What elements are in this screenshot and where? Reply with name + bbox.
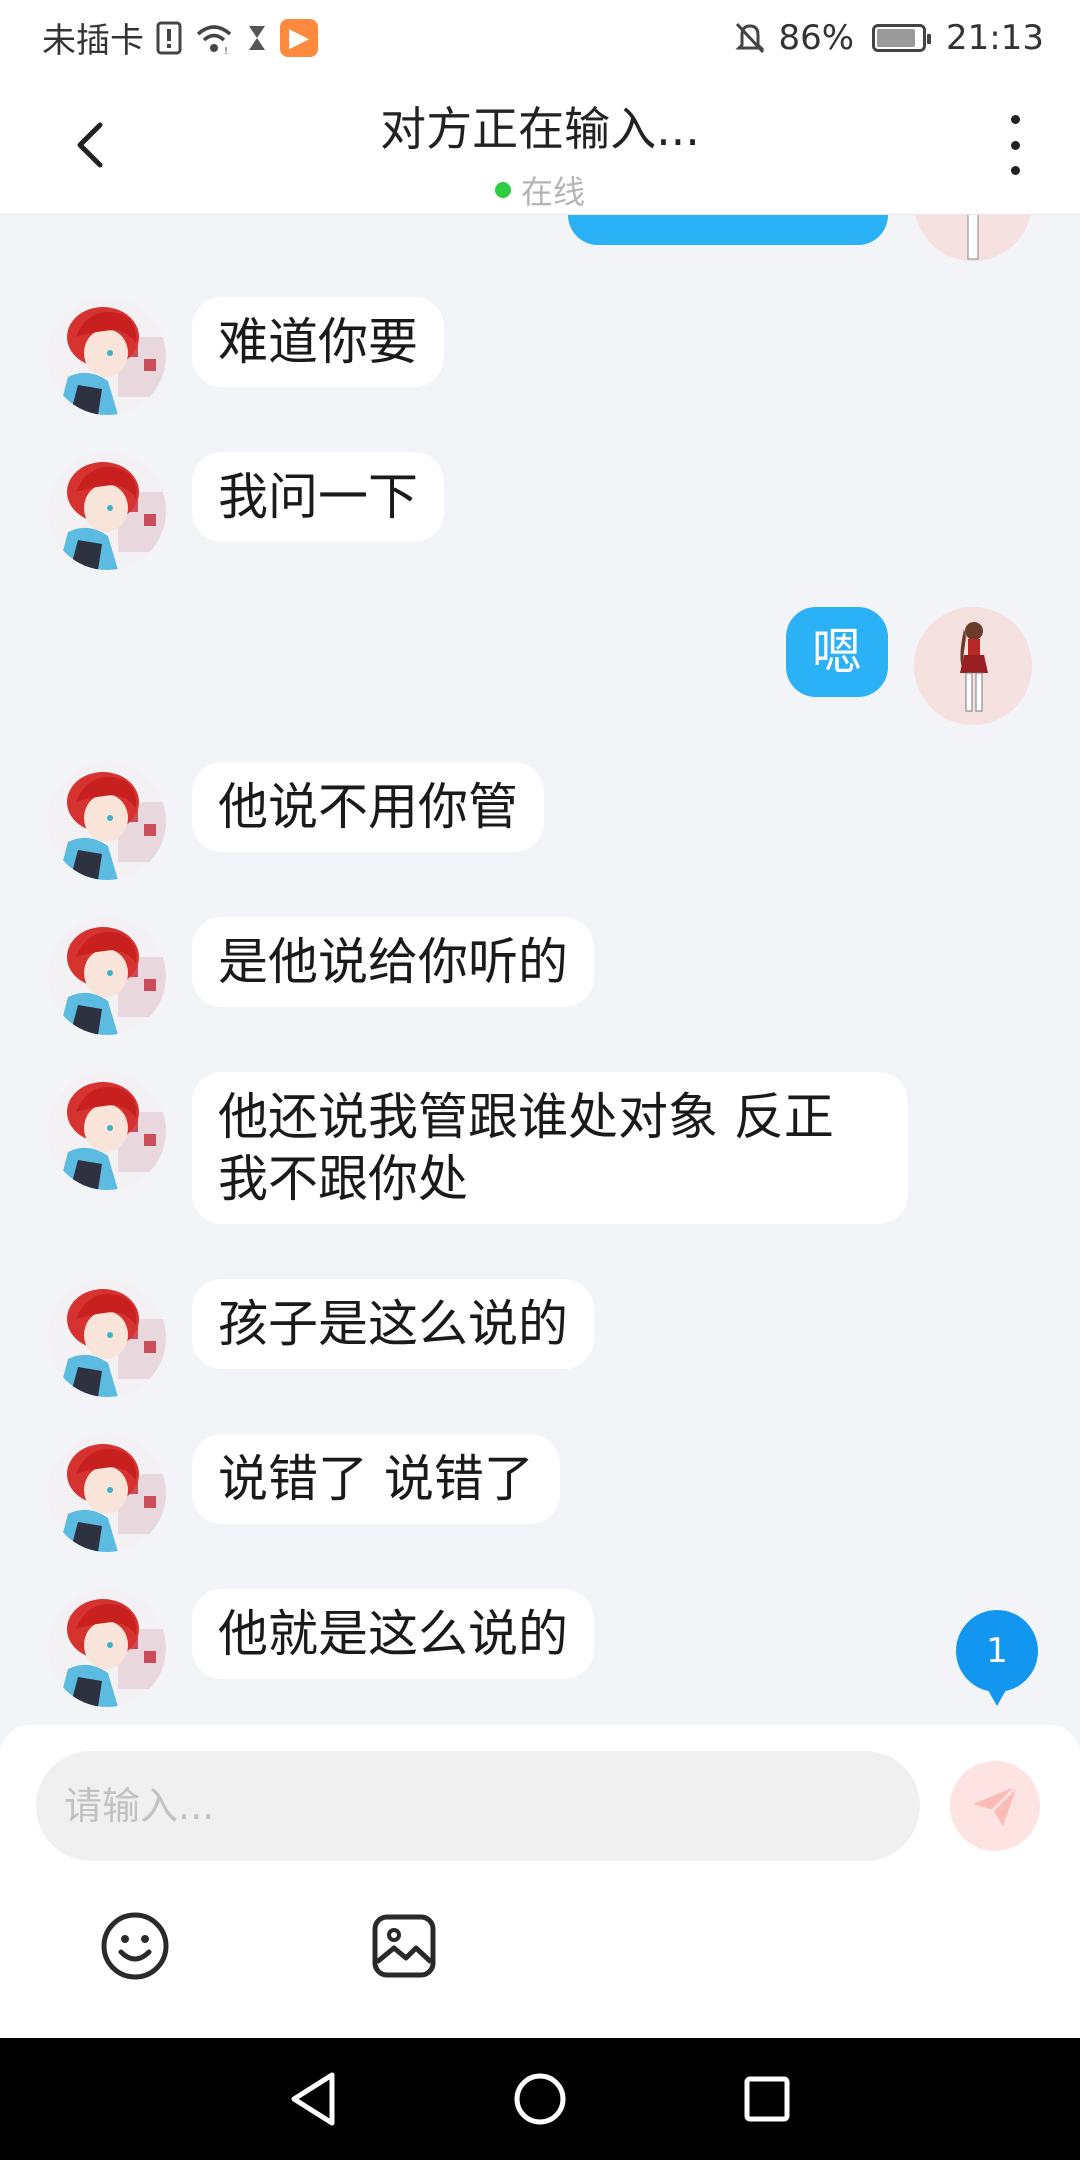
online-status-label: 在线 xyxy=(520,173,585,211)
unread-count-badge[interactable]: 1 xyxy=(956,1610,1038,1706)
peer-avatar[interactable] xyxy=(48,1434,166,1552)
red-hair-boy-avatar-icon xyxy=(48,297,166,415)
clock: 21:13 xyxy=(946,17,1044,58)
message-bubble[interactable]: 是他说给你听的 xyxy=(192,917,594,1007)
emoji-button[interactable] xyxy=(99,1910,171,1982)
more-options-button[interactable] xyxy=(1000,115,1030,175)
message-bubble[interactable]: 他就是这么说的 xyxy=(192,1589,594,1679)
my-avatar[interactable] xyxy=(914,607,1032,725)
system-nav-bar xyxy=(0,2038,1080,2160)
peer-avatar[interactable] xyxy=(48,1589,166,1707)
peer-message-row: 他说不用你管 xyxy=(0,762,1080,880)
send-button[interactable] xyxy=(950,1761,1040,1851)
peer-avatar[interactable] xyxy=(48,1279,166,1397)
my-avatar[interactable] xyxy=(914,215,1032,261)
peer-message-row: 难道你要 xyxy=(0,297,1080,415)
battery-percent: 86% xyxy=(778,17,855,58)
wifi-icon: ! xyxy=(194,22,234,54)
page-title: 对方正在输入... xyxy=(380,102,700,156)
nav-home-button[interactable] xyxy=(510,2069,570,2129)
red-hair-boy-avatar-icon xyxy=(48,452,166,570)
status-bar: 未插卡 ! ▶ 86% 21:13 xyxy=(0,0,1080,75)
svg-text:!: ! xyxy=(224,46,228,54)
send-plane-icon xyxy=(973,1784,1019,1826)
carrier-label: 未插卡 xyxy=(42,21,144,61)
more-dot-icon xyxy=(1010,115,1020,124)
message-bubble[interactable]: 难道你要 xyxy=(192,297,444,387)
peer-avatar[interactable] xyxy=(48,452,166,570)
red-hair-boy-avatar-icon xyxy=(48,762,166,880)
peer-message-row: 他就是这么说的 xyxy=(0,1589,1080,1707)
red-hair-boy-avatar-icon xyxy=(48,1434,166,1552)
nav-back-button[interactable] xyxy=(283,2069,343,2129)
my-message-row: 嗯 xyxy=(0,607,1080,725)
hourglass-icon xyxy=(246,23,268,53)
peer-message-row: 是他说给你听的 xyxy=(0,917,1080,1035)
peer-avatar[interactable] xyxy=(48,917,166,1035)
peer-message-row: 说错了 说错了 xyxy=(0,1434,1080,1552)
girl-avatar-icon xyxy=(914,215,1032,261)
circle-home-icon xyxy=(514,2073,566,2125)
image-icon xyxy=(372,1914,436,1978)
red-hair-boy-avatar-icon xyxy=(48,1279,166,1397)
smiley-icon xyxy=(101,1912,169,1980)
nav-recents-button[interactable] xyxy=(737,2069,797,2129)
message-bubble[interactable]: 说错了 说错了 xyxy=(192,1434,560,1524)
sim-alert-icon xyxy=(156,21,182,55)
app-notification-icon: ▶ xyxy=(280,18,318,57)
square-recents-icon xyxy=(744,2076,790,2122)
message-bubble[interactable]: 嗯 xyxy=(786,607,888,697)
online-status: 在线 xyxy=(494,167,585,213)
mute-bell-icon xyxy=(734,21,766,55)
peer-avatar[interactable] xyxy=(48,297,166,415)
red-hair-boy-avatar-icon xyxy=(48,1589,166,1707)
message-bubble[interactable]: 他说不用你管 xyxy=(192,762,544,852)
red-hair-boy-avatar-icon xyxy=(48,917,166,1035)
previous-message-bubble xyxy=(568,215,888,245)
peer-avatar[interactable] xyxy=(48,762,166,880)
chat-header: 对方正在输入... 在线 xyxy=(0,75,1080,215)
image-button[interactable] xyxy=(368,1910,440,1982)
more-dot-icon xyxy=(1010,140,1020,150)
girl-avatar-icon xyxy=(914,607,1032,725)
more-dot-icon xyxy=(1010,166,1020,175)
peer-avatar[interactable] xyxy=(48,1072,166,1190)
message-list[interactable]: 难道你要我问一下嗯他说不用你管 是他说给你听的他还说我管跟谁处对象 反正我不跟你处… xyxy=(0,215,1080,1725)
peer-message-row: 他还说我管跟谁处对象 反正我不跟你处 xyxy=(0,1072,1080,1240)
message-bubble[interactable]: 他还说我管跟谁处对象 反正我不跟你处 xyxy=(192,1072,908,1224)
triangle-back-icon xyxy=(291,2072,335,2126)
peer-message-row: 我问一下 xyxy=(0,452,1080,570)
peer-message-row: 孩子是这么说的 xyxy=(0,1279,1080,1397)
red-hair-boy-avatar-icon xyxy=(48,1072,166,1190)
message-input[interactable]: 请输入... xyxy=(36,1751,920,1861)
online-dot-icon xyxy=(494,182,511,198)
message-bubble[interactable]: 孩子是这么说的 xyxy=(192,1279,594,1369)
message-bubble[interactable]: 我问一下 xyxy=(192,452,444,542)
input-bar: 请输入... xyxy=(0,1725,1080,2038)
battery-icon xyxy=(872,23,932,52)
